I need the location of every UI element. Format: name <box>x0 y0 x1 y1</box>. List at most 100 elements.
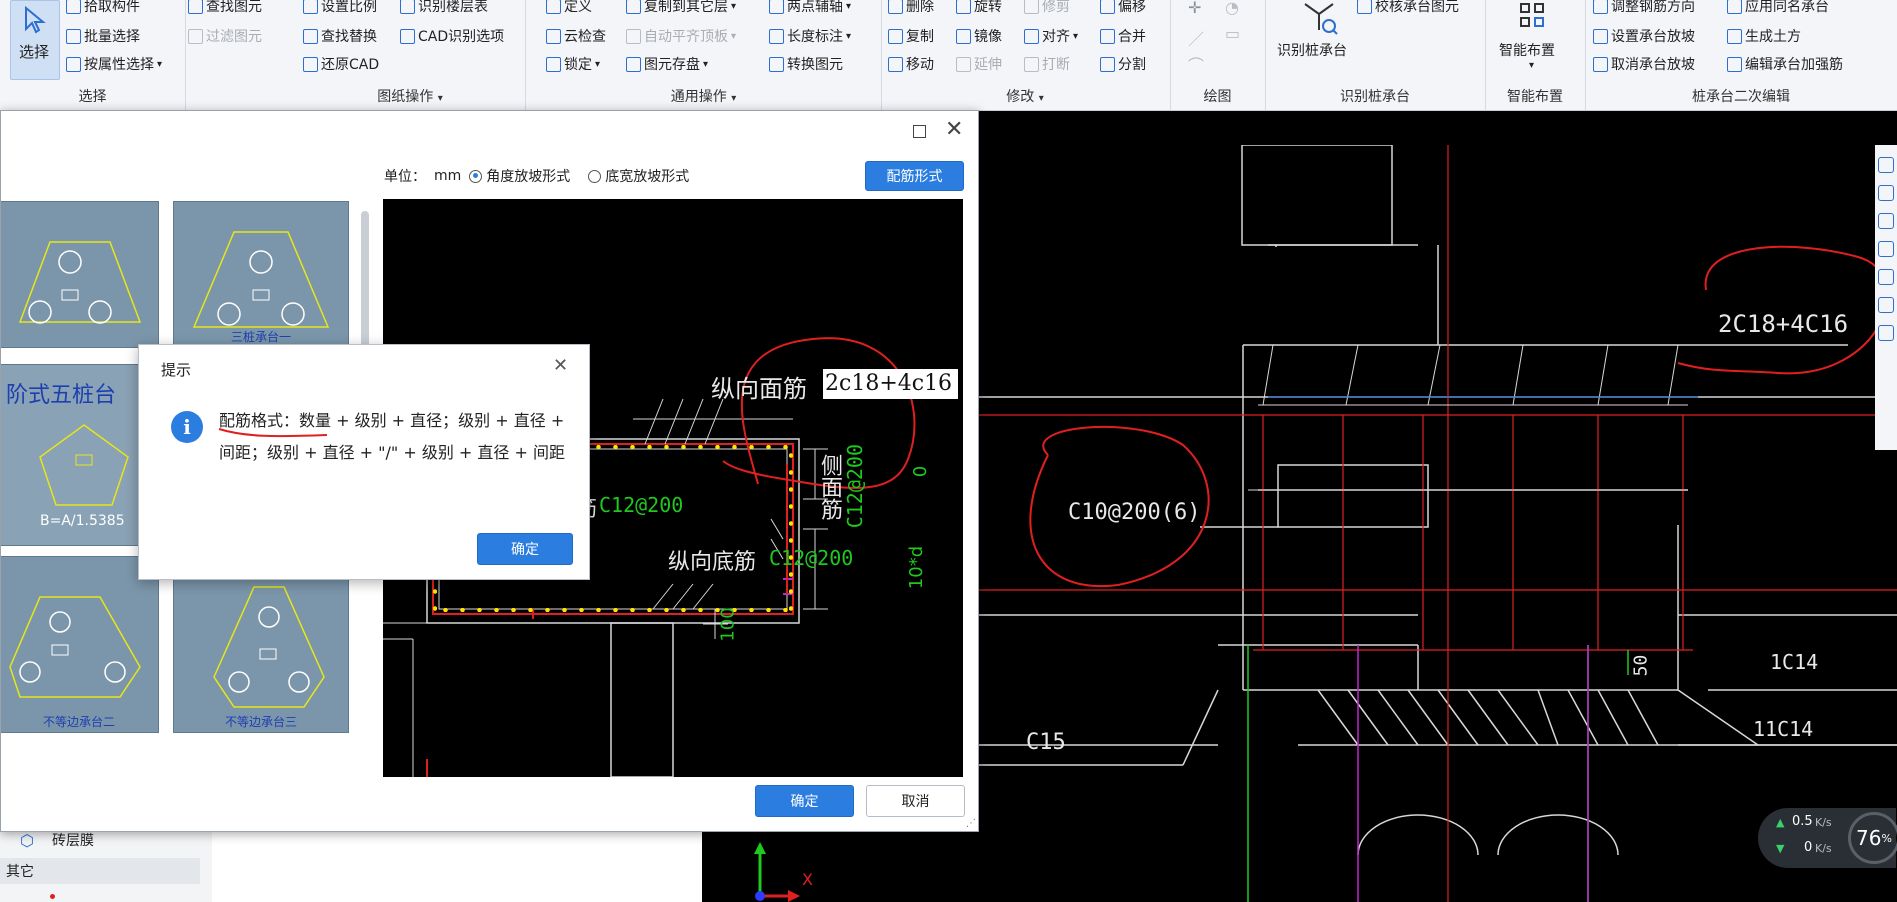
copy-button[interactable]: 复制 <box>888 26 934 46</box>
draw-rect-icon[interactable]: ▭ <box>1225 24 1240 43</box>
save-element-button[interactable]: 图元存盘 ▾ <box>626 54 708 74</box>
split-icon <box>1100 56 1115 72</box>
width-slope-radio[interactable]: 底宽放坡形式 <box>588 166 689 186</box>
nav-item-other[interactable]: 其它 <box>0 858 200 884</box>
length-dim-button[interactable]: 长度标注 ▾ <box>769 26 851 46</box>
find-element-button[interactable]: 查找图元 <box>188 0 262 16</box>
delete-button[interactable]: 删除 <box>888 0 934 16</box>
maximize-icon[interactable] <box>913 125 926 138</box>
side-rebar-value[interactable]: C12@200 <box>843 444 867 528</box>
close-icon[interactable]: ✕ <box>553 355 568 376</box>
set-cap-slope-button[interactable]: 设置承台放坡 <box>1593 26 1695 46</box>
tip-ok-button[interactable]: 确定 <box>477 533 573 565</box>
thumbnail-item[interactable]: 三桩承台一 <box>173 201 349 348</box>
unit-label: 单位： <box>384 169 426 185</box>
delete-icon <box>888 0 903 14</box>
adjust-rebar-direction-button[interactable]: 调整钢筋方向 <box>1593 0 1695 16</box>
group-drawing-title: 图纸操作 ▾ <box>377 89 443 105</box>
draw-line-icon[interactable]: ／ <box>1188 26 1204 50</box>
set-scale-button[interactable]: 设置比例 <box>303 0 377 16</box>
close-icon[interactable]: ✕ <box>945 117 963 142</box>
save-icon <box>626 56 641 72</box>
view-tool-icon[interactable] <box>1878 325 1894 341</box>
filter-element-icon <box>188 28 203 44</box>
lock-button[interactable]: 锁定 ▾ <box>546 54 600 74</box>
generate-earthwork-button[interactable]: 生成土方 <box>1727 26 1801 46</box>
upload-speed: 0.5 <box>1792 814 1813 829</box>
group-smart-layout: 智能布置 ▾ 智能布置 <box>1485 0 1586 110</box>
dialog-ok-button[interactable]: 确定 <box>755 785 854 817</box>
thumbnail-item[interactable]: 不等边承台二 <box>1 556 159 733</box>
unit-row: 单位： mm 角度放坡形式 底宽放坡形式 <box>384 166 689 186</box>
cad-label-top-rebar: 2C18+4C16 <box>1718 310 1849 338</box>
extend-button[interactable]: 延伸 <box>956 54 1002 74</box>
rotate-button[interactable]: 旋转 <box>956 0 1002 16</box>
two-point-axis-button[interactable]: 两点辅轴 ▾ <box>769 0 851 16</box>
copy-to-layer-button[interactable]: 复制到其它层 ▾ <box>626 0 736 16</box>
upload-arrow-icon: ▲ <box>1776 816 1785 829</box>
batch-select-button[interactable]: 批量选择 <box>66 26 140 46</box>
break-button[interactable]: 打断 <box>1024 54 1070 74</box>
restore-cad-button[interactable]: 还原CAD <box>303 54 379 74</box>
split-button[interactable]: 分割 <box>1100 54 1146 74</box>
view-tool-icon[interactable] <box>1878 269 1894 285</box>
rebar-dots-right <box>789 447 793 611</box>
cancel-cap-slope-button[interactable]: 取消承台放坡 <box>1593 54 1695 74</box>
thumbnail-item[interactable]: 阶式五桩台 B=A/1.5385 <box>1 364 159 546</box>
draw-arc-icon[interactable]: ◔ <box>1225 0 1239 17</box>
smart-layout-button[interactable]: 智能布置 ▾ <box>1493 0 1577 74</box>
offset-button[interactable]: 偏移 <box>1100 0 1146 16</box>
chevron-down-icon: ▾ <box>595 58 601 70</box>
pick-component-button[interactable]: 拾取构件 <box>66 0 140 16</box>
top-rebar-value-field[interactable]: 2c18+4c16 <box>823 369 958 399</box>
draw-point-icon[interactable]: ✛ <box>1188 0 1201 17</box>
thumbnail-item[interactable]: 不等边承台三 <box>173 556 349 733</box>
rebar-format-button[interactable]: 配筋形式 <box>865 161 964 191</box>
cad-viewport[interactable]: 2C18+4C16 C10@200(6) C15 1C14 11C14 50 <box>978 145 1897 902</box>
scale-icon <box>303 0 318 14</box>
identify-floor-table-button[interactable]: 识别楼层表 <box>400 0 488 16</box>
filter-element-button[interactable]: 过滤图元 <box>188 26 262 46</box>
view-tool-icon[interactable] <box>1878 213 1894 229</box>
thumbnail-item[interactable] <box>1 201 159 348</box>
auto-align-slab-button[interactable]: 自动平齐顶板 ▾ <box>626 26 736 46</box>
align-button[interactable]: 对齐 ▾ <box>1024 26 1078 46</box>
apply-same-cap-button[interactable]: 应用同名承台 <box>1727 0 1829 16</box>
upload-unit: K/s <box>1815 816 1832 829</box>
tie-rebar-value[interactable]: C12@200 <box>599 493 683 517</box>
group-edit-title: 桩承台二次编辑 <box>1692 89 1790 105</box>
align-slab-icon <box>626 28 641 44</box>
check-pile-cap-button[interactable]: 校核承台图元 <box>1357 0 1459 16</box>
network-speed-widget: ▲ 0.5 K/s ▼ 0 K/s 76% <box>1758 808 1897 868</box>
merge-button[interactable]: 合并 <box>1100 26 1146 46</box>
move-button[interactable]: 移动 <box>888 54 934 74</box>
cpu-percent-ring: 76% <box>1848 812 1897 864</box>
define-button[interactable]: 定义 <box>546 0 592 16</box>
view-tool-icon[interactable] <box>1878 241 1894 257</box>
chevron-down-icon: ▾ <box>846 0 852 12</box>
cloud-check-button[interactable]: 云检查 <box>546 26 606 46</box>
cad-label-c15: C15 <box>1026 730 1066 755</box>
draw-curve-icon[interactable]: ⌒ <box>1188 52 1204 76</box>
angle-slope-radio[interactable]: 角度放坡形式 <box>469 166 570 186</box>
find-replace-button[interactable]: 查找替换 <box>303 26 377 46</box>
trim-button[interactable]: 修剪 <box>1024 0 1070 16</box>
view-tool-icon[interactable] <box>1878 157 1894 173</box>
cad-options-button[interactable]: CAD识别选项 <box>400 26 504 46</box>
view-tool-icon[interactable] <box>1878 185 1894 201</box>
select-by-property-button[interactable]: 按属性选择 ▾ <box>66 54 162 74</box>
dialog-cancel-button[interactable]: 取消 <box>866 785 965 817</box>
convert-element-button[interactable]: 转换图元 <box>769 54 843 74</box>
batch-icon <box>66 28 81 44</box>
cad-label-stirrup: C10@200(6) <box>1068 500 1201 525</box>
edit-reinforcement-button[interactable]: 编辑承台加强筋 <box>1727 54 1843 74</box>
mirror-button[interactable]: 镜像 <box>956 26 1002 46</box>
identify-pile-cap-button[interactable]: 识别桩承台 <box>1273 0 1365 70</box>
dim-10d: 10*d <box>906 545 928 590</box>
chevron-down-icon: ▾ <box>1038 93 1044 104</box>
bottom-rebar-value[interactable]: C12@200 <box>769 546 853 570</box>
resize-grip-icon[interactable]: ⋰ <box>966 818 976 829</box>
filter-icon <box>66 56 81 72</box>
view-tool-icon[interactable] <box>1878 297 1894 313</box>
thumbnail-formula: B=A/1.5385 <box>40 513 125 529</box>
